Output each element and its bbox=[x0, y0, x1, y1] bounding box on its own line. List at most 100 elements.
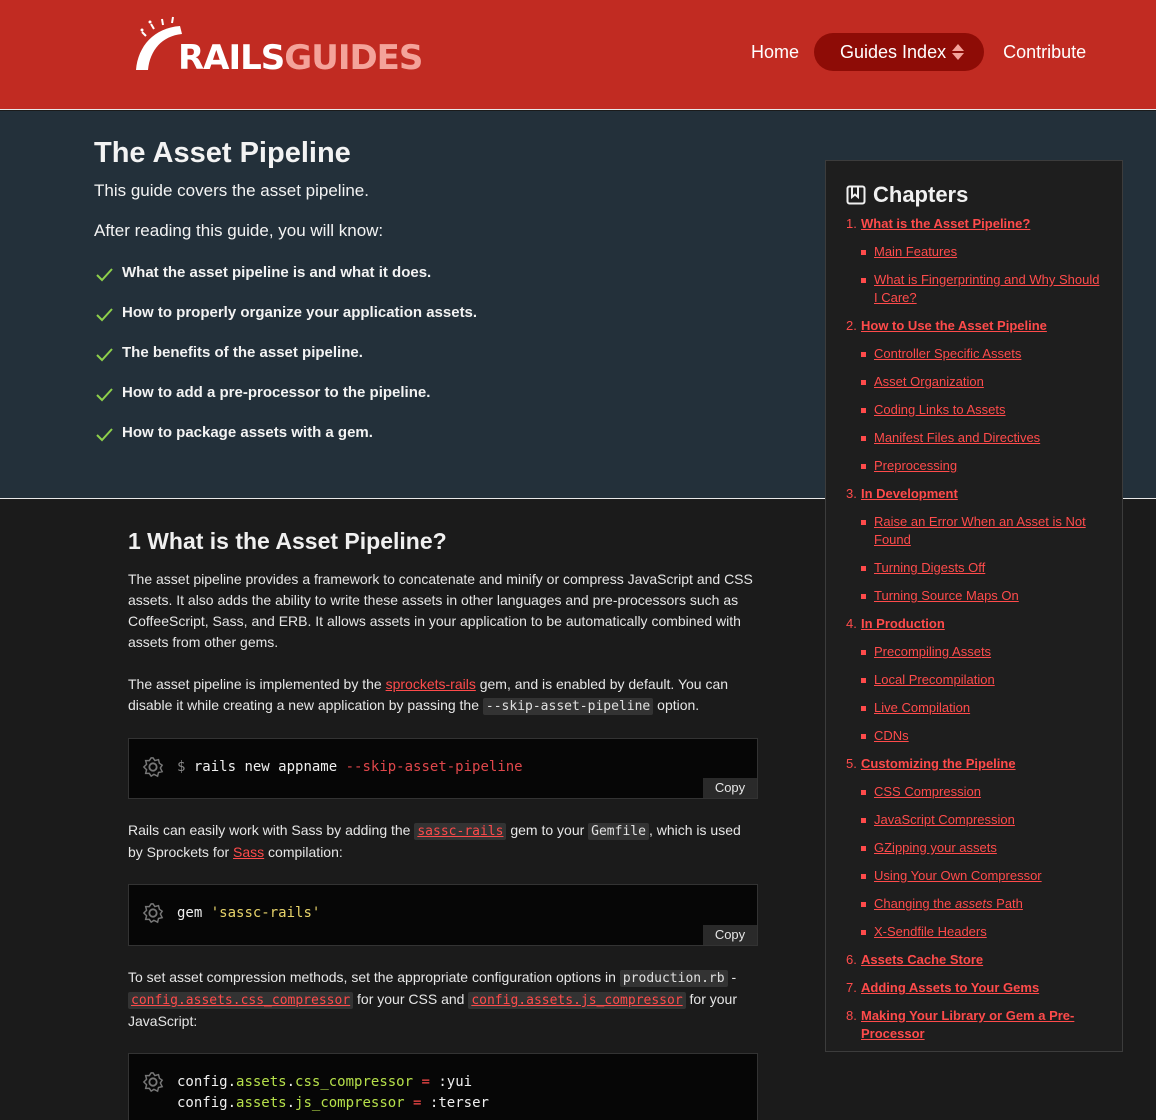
subchapter-item: Using Your Own Compressor bbox=[861, 867, 1102, 885]
chapter-number: 5. bbox=[846, 756, 857, 771]
code-block: gem 'sassc-rails' Copy bbox=[128, 884, 758, 946]
paragraph: To set asset compression methods, set th… bbox=[128, 969, 738, 1029]
subchapter-link[interactable]: Preprocessing bbox=[874, 457, 957, 475]
subchapter-list: Raise an Error When an Asset is Not Foun… bbox=[861, 513, 1102, 605]
subchapter-list: Precompiling Assets Local Precompilation L… bbox=[861, 643, 1102, 745]
chapter-link[interactable]: Making Your Library or Gem a Pre-Process… bbox=[861, 1007, 1102, 1043]
subchapter-item: CDNs bbox=[861, 727, 1102, 745]
subchapter-link[interactable]: GZipping your assets bbox=[874, 839, 997, 857]
subchapter-link[interactable]: Local Precompilation bbox=[874, 671, 995, 689]
chapter-item: 5. Customizing the Pipeline CSS Compressio… bbox=[846, 755, 1102, 941]
square-bullet-icon bbox=[861, 678, 866, 683]
subchapter-link[interactable]: Live Compilation bbox=[874, 699, 970, 717]
copy-button[interactable]: Copy bbox=[703, 778, 757, 798]
subchapter-item: Asset Organization bbox=[861, 373, 1102, 391]
outcome-item: How to add a pre-processor to the pipeli… bbox=[96, 384, 477, 424]
logo-guides-text: GUIDES bbox=[284, 38, 423, 78]
subchapter-link[interactable]: What is Fingerprinting and Why Should I … bbox=[874, 271, 1102, 307]
page-subtitle: This guide covers the asset pipeline. bbox=[94, 181, 369, 200]
chapter-link[interactable]: How to Use the Asset Pipeline bbox=[861, 317, 1047, 335]
subchapter-item: Manifest Files and Directives bbox=[861, 429, 1102, 447]
subchapter-list: CSS Compression JavaScript Compression GZi… bbox=[861, 783, 1102, 941]
chapter-link[interactable]: Adding Assets to Your Gems bbox=[861, 979, 1039, 997]
sass-link[interactable]: Sass bbox=[233, 844, 264, 860]
chapter-number: 3. bbox=[846, 486, 857, 501]
subchapter-link[interactable]: Changing the assets Path bbox=[874, 895, 1023, 913]
subchapter-item: Local Precompilation bbox=[861, 671, 1102, 689]
subchapter-link[interactable]: Manifest Files and Directives bbox=[874, 429, 1040, 447]
square-bullet-icon bbox=[861, 250, 866, 255]
chapters-sidebar: Chapters 1. What is the Asset Pipeline? Ma… bbox=[825, 160, 1123, 1052]
inline-code: --skip-asset-pipeline bbox=[482, 698, 654, 715]
subchapter-link[interactable]: Turning Digests Off bbox=[874, 559, 985, 577]
chapters-list: 1. What is the Asset Pipeline? Main Featur… bbox=[846, 215, 1102, 1043]
square-bullet-icon bbox=[861, 436, 866, 441]
square-bullet-icon bbox=[861, 380, 866, 385]
site-header: RAILSGUIDES Home Guides Index Contribute bbox=[0, 0, 1156, 110]
code-block: config.assets.css_compressor = :yui conf… bbox=[128, 1053, 758, 1120]
nav-home-link[interactable]: Home bbox=[740, 33, 810, 71]
subchapter-item: GZipping your assets bbox=[861, 839, 1102, 857]
subchapter-link[interactable]: Coding Links to Assets bbox=[874, 401, 1006, 419]
top-nav: Home Guides Index Contribute bbox=[740, 33, 1097, 71]
checkmark-icon bbox=[96, 428, 113, 442]
section-heading: 1 What is the Asset Pipeline? bbox=[128, 528, 447, 554]
subchapter-link[interactable]: Asset Organization bbox=[874, 373, 984, 391]
copy-button[interactable]: Copy bbox=[703, 925, 757, 945]
subchapter-item: Main Features bbox=[861, 243, 1102, 261]
chapter-link[interactable]: What is the Asset Pipeline? bbox=[861, 215, 1030, 233]
chapters-heading: Chapters bbox=[846, 181, 1102, 209]
guides-index-label: Guides Index bbox=[840, 41, 947, 62]
square-bullet-icon bbox=[861, 902, 866, 907]
css-compressor-link[interactable]: config.assets.css_compressor bbox=[128, 992, 354, 1009]
chapter-number: 4. bbox=[846, 616, 857, 631]
subchapter-link[interactable]: Using Your Own Compressor bbox=[874, 867, 1042, 885]
chapter-link[interactable]: In Production bbox=[861, 615, 945, 633]
square-bullet-icon bbox=[861, 846, 866, 851]
chapter-item: 2. How to Use the Asset Pipeline Controlle… bbox=[846, 317, 1102, 475]
square-bullet-icon bbox=[861, 520, 866, 525]
subchapter-item: Turning Source Maps On bbox=[861, 587, 1102, 605]
subchapter-link[interactable]: Turning Source Maps On bbox=[874, 587, 1019, 605]
sprockets-rails-link[interactable]: sprockets-rails bbox=[386, 676, 476, 692]
square-bullet-icon bbox=[861, 278, 866, 283]
subchapter-link[interactable]: Precompiling Assets bbox=[874, 643, 991, 661]
chapter-number: 1. bbox=[846, 216, 857, 231]
js-compressor-link[interactable]: config.assets.js_compressor bbox=[468, 992, 686, 1009]
chapter-item: 8. Making Your Library or Gem a Pre-Proce… bbox=[846, 1007, 1102, 1043]
inline-code: Gemfile bbox=[588, 823, 649, 840]
subchapter-link[interactable]: X-Sendfile Headers bbox=[874, 923, 987, 941]
chapter-link[interactable]: Assets Cache Store bbox=[861, 951, 983, 969]
gear-icon bbox=[142, 903, 164, 924]
main-content: 1 What is the Asset Pipeline? The asset … bbox=[128, 528, 758, 1120]
code-block: $ rails new appname --skip-asset-pipelin… bbox=[128, 738, 758, 799]
subchapter-link[interactable]: CSS Compression bbox=[874, 783, 981, 801]
subchapter-link[interactable]: JavaScript Compression bbox=[874, 811, 1015, 829]
square-bullet-icon bbox=[861, 706, 866, 711]
square-bullet-icon bbox=[861, 464, 866, 469]
subchapter-item: Turning Digests Off bbox=[861, 559, 1102, 577]
subchapter-link[interactable]: CDNs bbox=[874, 727, 909, 745]
chapter-item: 7. Adding Assets to Your Gems bbox=[846, 979, 1102, 997]
nav-contribute-link[interactable]: Contribute bbox=[992, 33, 1097, 71]
subchapter-link[interactable]: Raise an Error When an Asset is Not Foun… bbox=[874, 513, 1102, 549]
subchapter-link[interactable]: Main Features bbox=[874, 243, 957, 261]
checkmark-icon bbox=[96, 348, 113, 362]
up-down-arrows-icon bbox=[952, 44, 965, 60]
subchapter-item: JavaScript Compression bbox=[861, 811, 1102, 829]
subchapter-link[interactable]: Controller Specific Assets bbox=[874, 345, 1021, 363]
chapter-item: 1. What is the Asset Pipeline? Main Featur… bbox=[846, 215, 1102, 307]
square-bullet-icon bbox=[861, 818, 866, 823]
square-bullet-icon bbox=[861, 408, 866, 413]
chapter-link[interactable]: In Development bbox=[861, 485, 958, 503]
outcomes-list: What the asset pipeline is and what it d… bbox=[96, 264, 477, 464]
after-reading-text: After reading this guide, you will know: bbox=[94, 221, 384, 240]
guides-index-button[interactable]: Guides Index bbox=[814, 33, 985, 71]
sassc-rails-link[interactable]: sassc-rails bbox=[414, 823, 507, 840]
square-bullet-icon bbox=[861, 566, 866, 571]
square-bullet-icon bbox=[861, 930, 866, 935]
square-bullet-icon bbox=[861, 734, 866, 739]
chapter-link[interactable]: Customizing the Pipeline bbox=[861, 755, 1016, 773]
rails-guides-logo[interactable]: RAILSGUIDES bbox=[132, 16, 423, 78]
paragraph: Rails can easily work with Sass by addin… bbox=[128, 822, 741, 860]
